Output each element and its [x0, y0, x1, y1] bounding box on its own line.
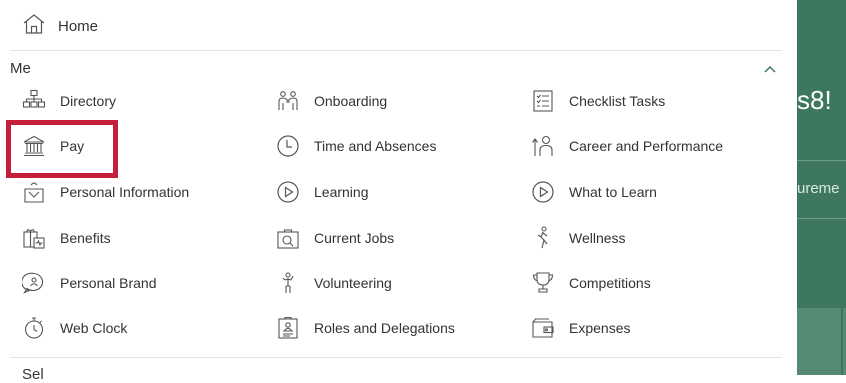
menu-item-label: Personal Brand	[60, 275, 157, 291]
quick-action-tile[interactable]	[797, 308, 841, 375]
menu-item-career-and-performance[interactable]: Career and Performance	[531, 132, 723, 160]
menu-item-label: Directory	[60, 93, 117, 109]
menu-item-label: Onboarding	[314, 93, 388, 109]
jobs-search-icon	[276, 226, 300, 250]
menu-item-wellness[interactable]: Wellness	[531, 224, 626, 252]
menu-item-personal-information[interactable]: Personal Information	[22, 178, 189, 206]
menu-item-label: Learning	[314, 184, 369, 200]
personal-info-icon	[22, 180, 46, 204]
menu-item-directory[interactable]: Directory	[22, 87, 116, 115]
menu-item-label: Current Jobs	[314, 230, 395, 246]
career-icon	[531, 134, 555, 158]
wallet-icon	[531, 316, 555, 340]
directory-icon	[22, 89, 46, 113]
home-link[interactable]: Home	[22, 8, 98, 44]
menu-item-competitions[interactable]: Competitions	[531, 269, 651, 297]
menu-item-label: Competitions	[569, 275, 651, 291]
menu-item-learning[interactable]: Learning	[276, 178, 369, 206]
menu-item-current-jobs[interactable]: Current Jobs	[276, 224, 394, 252]
menu-item-label: Web Clock	[60, 320, 128, 336]
benefits-icon	[22, 226, 46, 250]
clock-icon	[276, 134, 300, 158]
play-circle-icon	[276, 180, 300, 204]
menu-item-web-clock[interactable]: Web Clock	[22, 314, 127, 342]
menu-item-label: Checklist Tasks	[569, 93, 666, 109]
menu-item-label: What to Learn	[569, 184, 657, 200]
divider	[10, 357, 782, 358]
bank-icon	[22, 134, 46, 158]
menu-item-pay[interactable]: Pay	[22, 132, 84, 160]
welcome-panel: s8! ureme	[797, 0, 846, 375]
menu-item-label: Benefits	[60, 230, 111, 246]
menu-item-checklist-tasks[interactable]: Checklist Tasks	[531, 87, 665, 115]
menu-item-onboarding[interactable]: Onboarding	[276, 87, 387, 115]
personal-brand-icon	[22, 271, 46, 295]
welcome-greeting: s8!	[797, 85, 832, 115]
divider	[10, 50, 782, 51]
menu-item-label: Career and Performance	[569, 138, 724, 154]
play-circle-icon	[531, 180, 555, 204]
menu-item-roles-and-delegations[interactable]: Roles and Delegations	[276, 314, 455, 342]
home-label: Home	[58, 17, 99, 35]
menu-item-label: Volunteering	[314, 275, 392, 291]
wellness-icon	[531, 226, 555, 250]
menu-item-label: Personal Information	[60, 184, 190, 200]
onboarding-icon	[276, 89, 300, 113]
menu-item-label: Expenses	[569, 320, 631, 336]
volunteer-icon	[276, 271, 300, 295]
menu-item-label: Roles and Delegations	[314, 320, 455, 336]
menu-item-volunteering[interactable]: Volunteering	[276, 269, 392, 297]
menu-item-label: Wellness	[569, 230, 626, 246]
menu-item-what-to-learn[interactable]: What to Learn	[531, 178, 657, 206]
menu-item-expenses[interactable]: Expenses	[531, 314, 630, 342]
menu-item-label: Pay	[60, 138, 85, 154]
section-title-me: Me	[10, 60, 31, 77]
checklist-icon	[531, 89, 555, 113]
divider	[797, 160, 846, 161]
chevron-up-icon[interactable]	[762, 62, 778, 74]
menu-item-personal-brand[interactable]: Personal Brand	[22, 269, 157, 297]
menu-item-label: Time and Absences	[314, 138, 437, 154]
divider	[797, 218, 846, 219]
roles-icon	[276, 316, 300, 340]
menu-item-time-and-absences[interactable]: Time and Absences	[276, 132, 436, 160]
menu-item-benefits[interactable]: Benefits	[22, 224, 111, 252]
home-icon	[22, 12, 46, 41]
trophy-icon	[531, 271, 555, 295]
stopwatch-icon	[22, 316, 46, 340]
welcome-subtext: ureme	[797, 180, 840, 197]
navigator-menu: Home Me Directory Onboarding Checklist T…	[0, 0, 797, 383]
